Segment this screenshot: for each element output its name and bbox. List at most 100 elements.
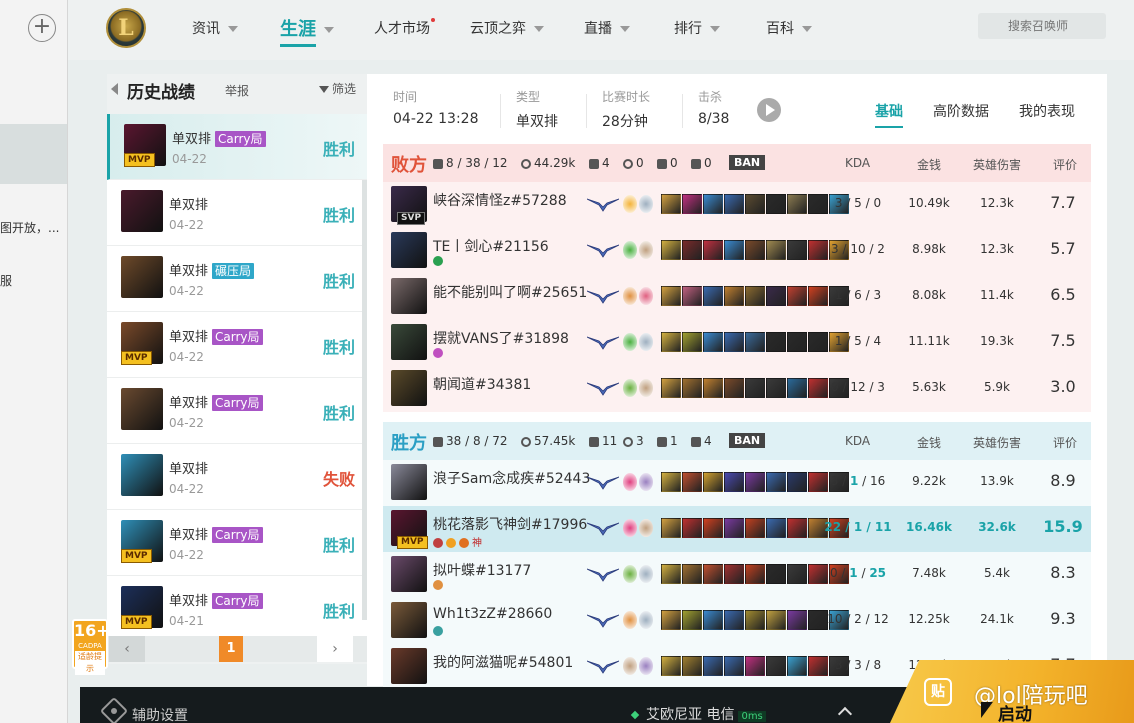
- tab-basic[interactable]: 基础: [875, 101, 903, 128]
- summoner-spell-icon: [623, 379, 637, 397]
- meta-divider: [682, 94, 683, 128]
- item-icon: [787, 610, 807, 630]
- ban-button[interactable]: BAN: [729, 155, 766, 170]
- score-column-header[interactable]: 评价: [1053, 434, 1077, 451]
- svp-badge: SVP: [397, 212, 426, 225]
- gold-column-header[interactable]: 金钱: [917, 434, 941, 451]
- player-deaths: 1: [853, 520, 863, 534]
- team-kda-value: 38 / 8 / 72: [446, 434, 508, 448]
- match-time: 时间 04-22 13:28: [393, 88, 478, 127]
- damage-column-header[interactable]: 英雄伤害: [973, 434, 1021, 451]
- team-header: 胜方 38 / 8 / 72 57.45k 11 3 1 4 BAN KDA 金钱 英雄伤害 评价: [383, 422, 1091, 460]
- player-name[interactable]: 拟叶蝶#13177: [433, 560, 531, 580]
- kda-column-header[interactable]: KDA: [845, 156, 870, 170]
- nav-item-0[interactable]: 资讯: [192, 18, 238, 38]
- match-result: 胜利: [322, 338, 355, 357]
- match-history-item[interactable]: 单双排 04-22 胜利: [107, 180, 367, 246]
- tab-advanced-data[interactable]: 高阶数据: [933, 101, 989, 121]
- back-arrow-icon[interactable]: [111, 83, 118, 95]
- match-mode: 单双排 碾压局: [169, 260, 255, 279]
- rank-wings-icon: [587, 568, 619, 582]
- player-row[interactable]: MVP 桃花落影飞神剑#17996 神 22 / 1 / 11 16.46k 32.6k 1…: [383, 506, 1091, 552]
- player-name[interactable]: 能不能别叫了啊#25651: [433, 282, 587, 302]
- dragon-icon: [623, 436, 633, 447]
- player-damage: 24.1k: [980, 612, 1014, 626]
- match-history-item[interactable]: MVP 单双排 Carry局 04-21 胜利: [107, 576, 367, 642]
- match-history-item[interactable]: 单双排 Carry局 04-22 胜利: [107, 378, 367, 444]
- player-row[interactable]: Wh1t3zZ#28660 10 / 2 / 12 12.25k 24.1k 9.3: [383, 598, 1091, 644]
- player-gold: 11.11k: [908, 334, 950, 348]
- summoner-spell-icon: [623, 195, 637, 213]
- search-input[interactable]: [978, 13, 1106, 39]
- kda-column-header[interactable]: KDA: [845, 434, 870, 448]
- tab-my-performance[interactable]: 我的表现: [1019, 101, 1075, 121]
- player-kda: 3 / 10 / 2: [831, 242, 885, 256]
- item-icon: [745, 518, 765, 538]
- match-history-item[interactable]: MVP 单双排 Carry局 04-22 胜利: [107, 510, 367, 576]
- nav-item-1[interactable]: 生涯: [280, 15, 334, 47]
- player-kda: 0 / 1 / 25: [829, 566, 887, 580]
- replay-play-icon[interactable]: [757, 98, 781, 122]
- player-row[interactable]: SVP 峡谷深情怪z#57288 3 / 5 / 0 10.49k 12.3k 7.7: [383, 182, 1091, 228]
- player-row[interactable]: 朝闻道#34381 0 / 12 / 3 5.63k 5.9k 3.0: [383, 366, 1091, 412]
- next-page-button[interactable]: ›: [317, 636, 353, 662]
- player-name[interactable]: Wh1t3zZ#28660: [433, 606, 552, 622]
- item-build: [661, 194, 850, 214]
- team-heralds-value: 4: [704, 434, 712, 448]
- item-icon: [682, 378, 702, 398]
- match-history-item[interactable]: MVP 单双排 Carry局 04-22 胜利: [107, 114, 367, 180]
- item-icon: [682, 518, 702, 538]
- report-link[interactable]: 举报: [225, 82, 249, 99]
- match-mode: 单双排: [169, 458, 208, 477]
- match-history-item[interactable]: 单双排 04-22 失败: [107, 444, 367, 510]
- player-row[interactable]: 拟叶蝶#13177 0 / 1 / 25 7.48k 5.4k 8.3: [383, 552, 1091, 598]
- nav-item-6[interactable]: 百科: [766, 18, 812, 38]
- score-column-header[interactable]: 评价: [1053, 156, 1077, 173]
- player-name[interactable]: 桃花落影飞神剑#17996: [433, 514, 587, 534]
- item-icon: [766, 472, 786, 492]
- settings-icon[interactable]: [99, 696, 129, 723]
- player-row[interactable]: TE丨剑心#21156 3 / 10 / 2 8.98k 12.3k 5.7: [383, 228, 1091, 274]
- honor-badge-icon: [433, 348, 443, 358]
- item-icon: [682, 194, 702, 214]
- background-window-strip: + 图开放，... 服: [0, 0, 68, 723]
- player-name[interactable]: 摆就VANS了#31898: [433, 328, 569, 348]
- damage-column-header[interactable]: 英雄伤害: [973, 156, 1021, 173]
- player-name[interactable]: 峡谷深情怪z#57288: [433, 190, 567, 210]
- gold-column-header[interactable]: 金钱: [917, 156, 941, 173]
- summoner-spell-icon: [623, 565, 637, 583]
- assist-settings-link[interactable]: 辅助设置: [132, 705, 188, 723]
- player-name[interactable]: 我的阿滋猫呢#54801: [433, 652, 573, 672]
- match-mode-label: 单双排: [169, 594, 209, 609]
- launch-button[interactable]: 贴 @lol陪玩吧 启动: [890, 660, 1134, 723]
- match-history-item[interactable]: 单双排 碾压局 04-22 胜利: [107, 246, 367, 312]
- nav-item-5[interactable]: 排行: [674, 18, 720, 38]
- item-icon: [703, 610, 723, 630]
- item-icon: [703, 240, 723, 260]
- player-name[interactable]: 浪子Sam念成疾#52443: [433, 468, 590, 488]
- filter-button[interactable]: 筛选: [319, 80, 356, 97]
- nav-item-2[interactable]: 人才市场: [374, 18, 435, 38]
- team-gold-value: 57.45k: [534, 434, 576, 448]
- nav-item-3[interactable]: 云顶之弈: [470, 18, 544, 38]
- lol-logo[interactable]: L: [106, 8, 146, 48]
- current-page[interactable]: 1: [219, 636, 243, 662]
- match-history-item[interactable]: MVP 单双排 Carry局 04-22 胜利: [107, 312, 367, 378]
- match-mode: 单双排 Carry局: [169, 524, 263, 543]
- player-name[interactable]: 朝闻道#34381: [433, 374, 531, 394]
- item-icon: [724, 240, 744, 260]
- player-row[interactable]: 摆就VANS了#31898 1 / 5 / 4 11.11k 19.3k 7.5: [383, 320, 1091, 366]
- player-row[interactable]: 能不能别叫了啊#25651 1 / 6 / 3 8.08k 11.4k 6.5: [383, 274, 1091, 320]
- player-score: 5.7: [1050, 239, 1076, 258]
- ban-button[interactable]: BAN: [729, 433, 766, 448]
- item-icon: [661, 518, 681, 538]
- match-date: 04-22: [169, 482, 204, 496]
- nav-item-4[interactable]: 直播: [584, 18, 630, 38]
- player-row[interactable]: 浪子Sam念成疾#52443 3 / 1 / 16 9.22k 13.9k 8.9: [383, 460, 1091, 506]
- add-icon[interactable]: +: [28, 14, 56, 42]
- server-status[interactable]: 艾欧尼亚 电信 0ms: [630, 704, 766, 723]
- prev-page-button[interactable]: ‹: [109, 636, 145, 662]
- chevron-up-icon[interactable]: [837, 706, 853, 722]
- team-gold-value: 44.29k: [534, 156, 576, 170]
- player-name[interactable]: TE丨剑心#21156: [433, 236, 549, 256]
